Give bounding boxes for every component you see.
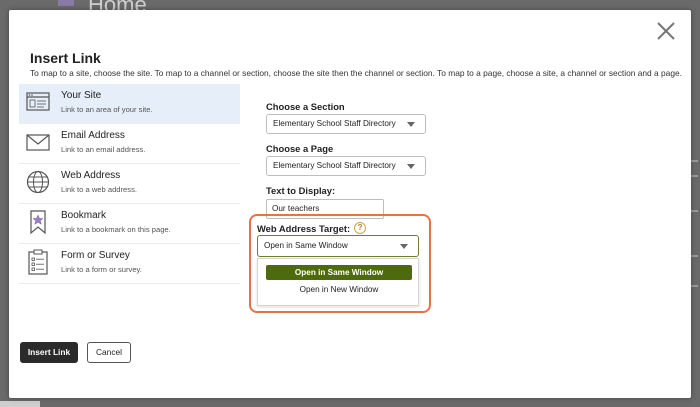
background-text-fragment — [690, 285, 698, 287]
background-text-fragment — [690, 175, 698, 177]
link-type-bookmark[interactable]: Bookmark Link to a bookmark on this page… — [19, 204, 240, 244]
link-type-form-or-survey[interactable]: Form or Survey Link to a form or survey. — [19, 244, 240, 284]
link-type-subtitle: Link to a bookmark on this page. — [61, 225, 171, 234]
link-type-title: Bookmark — [61, 210, 107, 221]
link-type-subtitle: Link to an email address. — [61, 145, 146, 154]
section-select[interactable]: Elementary School Staff Directory — [266, 114, 426, 134]
background-text-fragment — [690, 160, 698, 162]
chevron-down-icon — [400, 244, 408, 249]
cancel-button[interactable]: Cancel — [87, 342, 131, 363]
insert-link-dialog: Insert Link To map to a site, choose the… — [9, 10, 691, 398]
chevron-down-icon — [407, 164, 415, 169]
target-select[interactable]: Open in Same Window — [257, 235, 419, 257]
link-type-your-site[interactable]: Your Site Link to an area of your site. — [19, 84, 240, 124]
insert-link-button[interactable]: Insert Link — [20, 342, 78, 363]
link-type-subtitle: Link to a form or survey. — [61, 265, 142, 274]
close-icon — [657, 22, 675, 40]
link-type-title: Form or Survey — [61, 250, 130, 261]
dialog-title: Insert Link — [30, 50, 101, 66]
section-label: Choose a Section — [266, 101, 345, 112]
section-select-value: Elementary School Staff Directory — [273, 119, 396, 128]
link-type-email-address[interactable]: Email Address Link to an email address. — [19, 124, 240, 164]
page-select-value: Elementary School Staff Directory — [273, 161, 396, 170]
globe-icon — [26, 169, 50, 195]
target-label-text: Web Address Target: — [257, 222, 351, 234]
help-icon[interactable]: ? — [354, 222, 367, 234]
chevron-down-icon — [407, 122, 415, 127]
link-type-title: Email Address — [61, 130, 125, 141]
background-text-fragment — [690, 255, 698, 257]
clipboard-icon — [26, 249, 50, 275]
background-logo — [58, 0, 74, 6]
bookmark-icon — [26, 209, 50, 235]
link-type-subtitle: Link to an area of your site. — [61, 105, 153, 114]
target-label: Web Address Target: ? — [257, 222, 367, 234]
envelope-icon — [26, 129, 50, 155]
link-type-title: Your Site — [61, 90, 102, 101]
link-type-list: Your Site Link to an area of your site. … — [19, 84, 240, 284]
page-select[interactable]: Elementary School Staff Directory — [266, 156, 426, 176]
display-text-label: Text to Display: — [266, 185, 336, 196]
option-new-window[interactable]: Open in New Window — [266, 282, 412, 297]
background-text-fragment — [690, 210, 698, 212]
link-type-subtitle: Link to a web address. — [61, 185, 137, 194]
link-type-title: Web Address — [61, 170, 121, 181]
target-dropdown-menu: Open in Same Window Open in New Window — [257, 258, 419, 306]
dialog-description: To map to a site, choose the site. To ma… — [30, 68, 682, 78]
close-button[interactable] — [653, 18, 679, 44]
link-type-web-address[interactable]: Web Address Link to a web address. — [19, 164, 240, 204]
option-same-window[interactable]: Open in Same Window — [266, 265, 412, 280]
browser-window-icon — [26, 89, 50, 115]
background-footer-strip — [0, 401, 40, 407]
target-select-value: Open in Same Window — [264, 241, 348, 250]
page-label: Choose a Page — [266, 143, 334, 154]
